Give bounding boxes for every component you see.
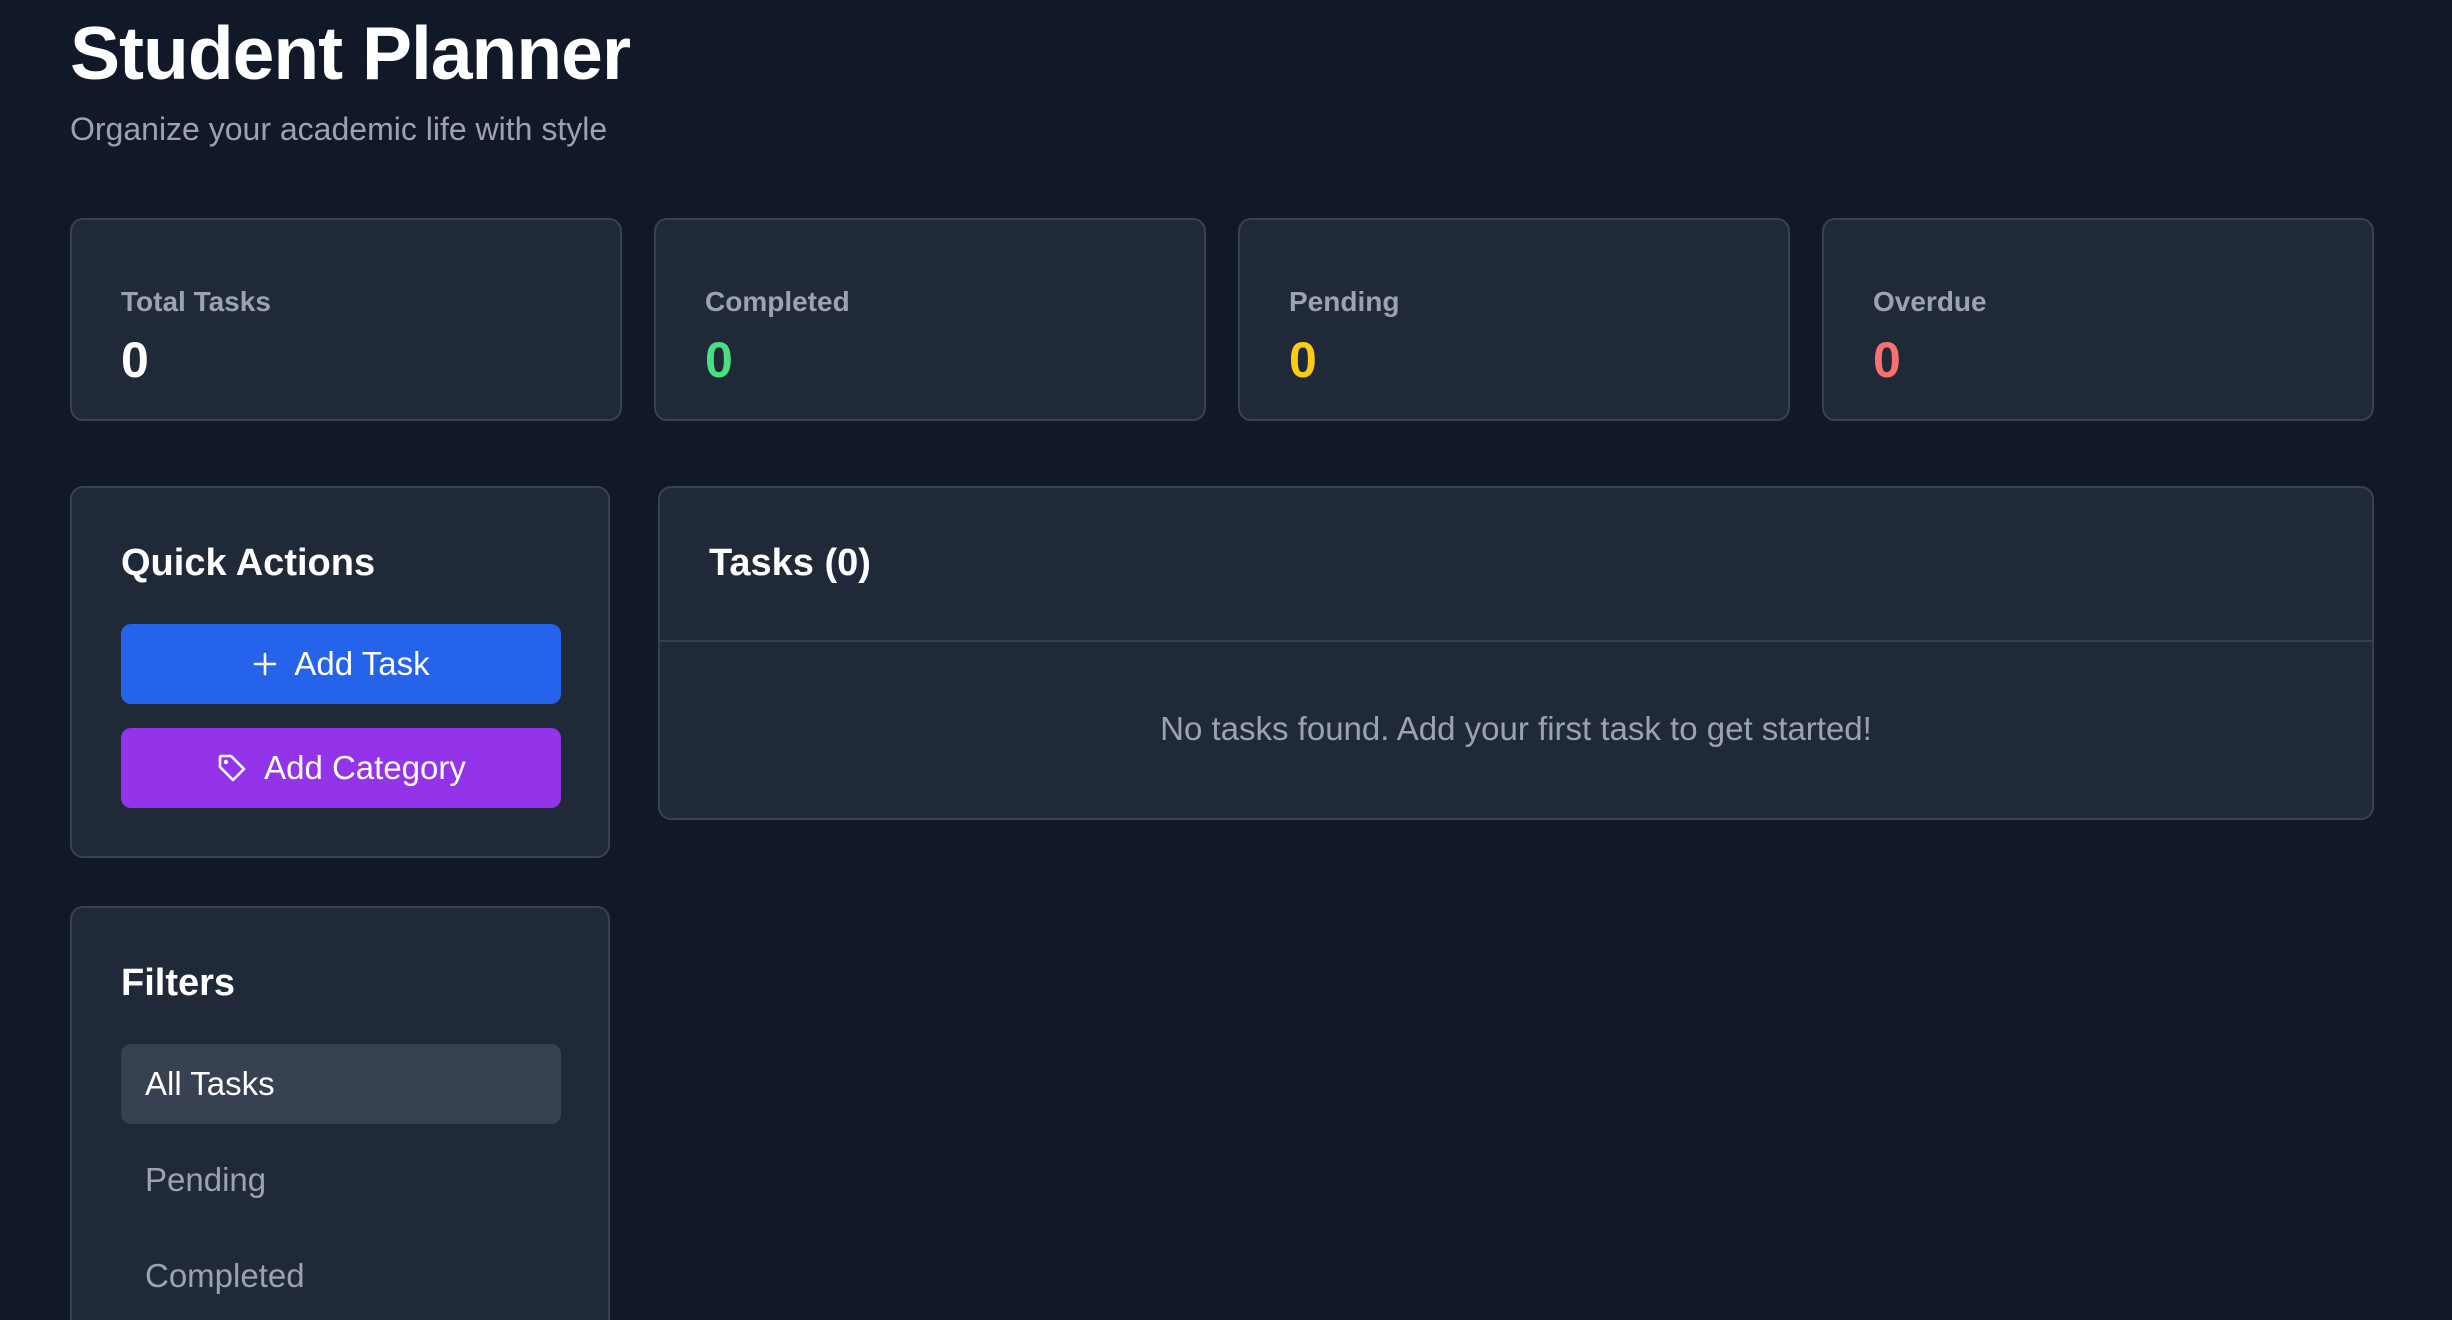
page-title: Student Planner bbox=[70, 11, 631, 95]
tasks-panel: Tasks (0) No tasks found. Add your first… bbox=[658, 486, 2374, 820]
tasks-title: Tasks (0) bbox=[709, 542, 871, 584]
tag-icon bbox=[216, 752, 248, 784]
add-category-button[interactable]: Add Category bbox=[121, 728, 561, 808]
add-task-label: Add Task bbox=[294, 645, 430, 682]
quick-actions-title: Quick Actions bbox=[121, 542, 376, 584]
page-subtitle: Organize your academic life with style bbox=[70, 111, 608, 147]
add-task-button[interactable]: Add Task bbox=[121, 624, 561, 704]
filter-completed[interactable]: Completed bbox=[121, 1236, 561, 1316]
stat-label: Total Tasks bbox=[121, 286, 271, 317]
stat-label: Overdue bbox=[1873, 286, 1987, 317]
tasks-empty-message: No tasks found. Add your first task to g… bbox=[1160, 710, 1872, 747]
stat-value: 0 bbox=[1289, 332, 1317, 388]
stat-value: 0 bbox=[121, 332, 149, 388]
stat-card-completed: Completed 0 bbox=[654, 218, 1206, 421]
filter-all-tasks[interactable]: All Tasks bbox=[121, 1044, 561, 1124]
plus-icon bbox=[252, 651, 278, 677]
stat-card-total: Total Tasks 0 bbox=[70, 218, 622, 421]
add-category-label: Add Category bbox=[264, 749, 466, 786]
filter-pending[interactable]: Pending bbox=[121, 1140, 561, 1220]
tasks-header: Tasks (0) bbox=[660, 488, 2372, 642]
student-planner-page: Student Planner Organize your academic l… bbox=[0, 0, 2452, 1320]
filters-panel: Filters All Tasks Pending Completed bbox=[70, 906, 610, 1320]
stat-label: Pending bbox=[1289, 286, 1400, 317]
stat-label: Completed bbox=[705, 286, 850, 317]
stat-card-overdue: Overdue 0 bbox=[1822, 218, 2374, 421]
quick-actions-panel: Quick Actions Add Task Add Category bbox=[70, 486, 610, 858]
stat-card-pending: Pending 0 bbox=[1238, 218, 1790, 421]
stat-value: 0 bbox=[1873, 332, 1901, 388]
stat-value: 0 bbox=[705, 332, 733, 388]
filters-title: Filters bbox=[121, 962, 236, 1004]
